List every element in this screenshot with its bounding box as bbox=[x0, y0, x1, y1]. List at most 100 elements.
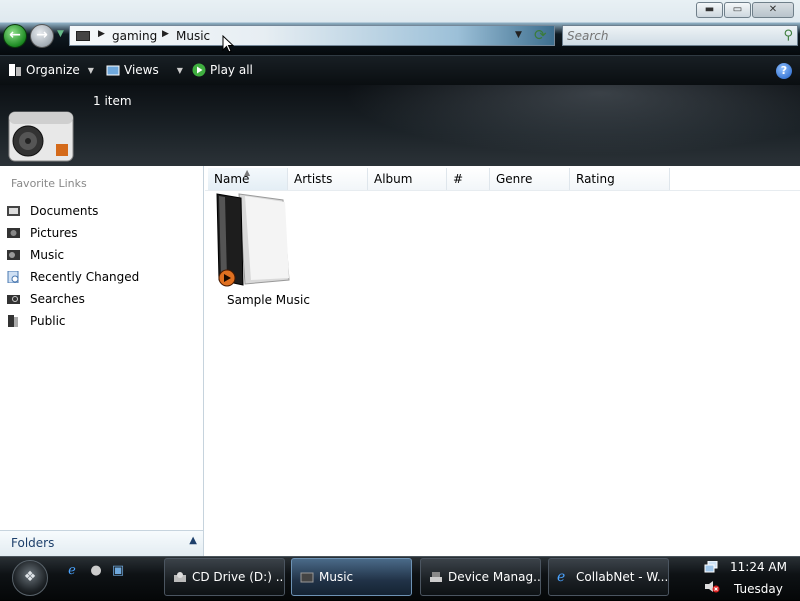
task-label: Music bbox=[319, 570, 354, 584]
back-button[interactable]: ← bbox=[3, 24, 27, 48]
show-desktop-icon[interactable]: ▣ bbox=[110, 563, 126, 579]
organize-label: Organize bbox=[26, 63, 80, 77]
chevron-up-icon: ▲ bbox=[189, 535, 197, 546]
column-headers: ▲ Name Artists Album # Genre Rating bbox=[208, 168, 670, 190]
column-label: Artists bbox=[294, 172, 333, 186]
chevron-down-icon: ▼ bbox=[87, 65, 94, 75]
task-label: Device Manag... bbox=[448, 570, 541, 584]
title-bar: ▬ ▭ ✕ ← → ▼ ▶ gaming ▶ Music ▼ ⟳ ⚲ bbox=[0, 0, 800, 55]
start-button[interactable]: ❖ bbox=[12, 560, 48, 596]
minimize-icon: ▬ bbox=[704, 4, 715, 15]
column-header-genre[interactable]: Genre bbox=[490, 168, 570, 190]
favorite-links-title: Favorite Links bbox=[11, 177, 87, 190]
maximize-button[interactable]: ▭ bbox=[724, 2, 751, 18]
volume-muted-icon[interactable] bbox=[704, 580, 720, 594]
search-input[interactable] bbox=[567, 28, 767, 43]
views-icon bbox=[106, 65, 120, 76]
taskbar-button-cd-drive[interactable]: CD Drive (D:) ... bbox=[164, 558, 285, 596]
refresh-icon[interactable]: ⟳ bbox=[534, 26, 547, 44]
nav-link-documents[interactable]: Documents bbox=[6, 200, 139, 222]
documents-icon bbox=[7, 206, 20, 216]
breadcrumb-gaming[interactable]: gaming bbox=[112, 29, 157, 43]
column-header-rating[interactable]: Rating bbox=[570, 168, 670, 190]
nav-link-label: Searches bbox=[30, 292, 85, 306]
nav-link-label: Music bbox=[30, 248, 65, 262]
address-dropdown-icon[interactable]: ▼ bbox=[515, 30, 522, 40]
back-arrow-icon: ← bbox=[9, 27, 21, 43]
pictures-icon bbox=[7, 228, 20, 238]
nav-link-music[interactable]: Music bbox=[6, 244, 139, 266]
views-button[interactable]: Views ▼ bbox=[106, 63, 183, 77]
close-icon: ✕ bbox=[768, 4, 778, 15]
breadcrumb-separator-icon[interactable]: ▶ bbox=[162, 29, 169, 39]
music-folder-large-icon bbox=[8, 111, 74, 162]
chevron-down-icon: ▼ bbox=[176, 65, 183, 75]
taskbar-button-music[interactable]: Music bbox=[291, 558, 412, 596]
taskbar: ❖ ℯ ● ▣ CD Drive (D:) ... Music Device M… bbox=[0, 556, 800, 600]
nav-link-label: Recently Changed bbox=[30, 270, 140, 284]
folders-toggle[interactable]: Folders ▲ bbox=[0, 530, 203, 556]
explorer-window: ▬ ▭ ✕ ← → ▼ ▶ gaming ▶ Music ▼ ⟳ ⚲ bbox=[0, 0, 800, 556]
column-label: Rating bbox=[576, 172, 615, 186]
address-bar[interactable]: ▶ gaming ▶ Music ▼ ⟳ bbox=[69, 25, 555, 46]
search-icon[interactable]: ⚲ bbox=[783, 28, 793, 43]
network-icon[interactable] bbox=[704, 561, 718, 573]
help-icon[interactable]: ? bbox=[776, 63, 792, 79]
nav-link-label: Documents bbox=[30, 204, 99, 218]
nav-link-label: Public bbox=[30, 314, 66, 328]
navigation-pane: Favorite Links Documents Pictures Music … bbox=[0, 166, 204, 556]
play-all-button[interactable]: Play all bbox=[192, 63, 253, 77]
cd-drive-icon bbox=[174, 572, 186, 582]
column-header-name[interactable]: ▲ Name bbox=[208, 168, 288, 190]
column-header-track-number[interactable]: # bbox=[447, 168, 490, 190]
favorite-links-list: Documents Pictures Music Recently Change… bbox=[6, 200, 139, 332]
folder-icon bbox=[300, 572, 314, 583]
searches-icon bbox=[7, 295, 20, 304]
breadcrumb-separator-icon[interactable]: ▶ bbox=[98, 29, 105, 39]
column-header-album[interactable]: Album bbox=[368, 168, 447, 190]
task-label: CollabNet - W... bbox=[576, 570, 669, 584]
file-list: ▲ Name Artists Album # Genre Rating Samp… bbox=[205, 166, 800, 556]
close-button[interactable]: ✕ bbox=[752, 2, 794, 18]
switch-windows-icon[interactable]: ● bbox=[88, 563, 104, 579]
organize-button[interactable]: Organize ▼ bbox=[8, 63, 94, 77]
breadcrumb-music[interactable]: Music bbox=[176, 29, 210, 43]
column-label: # bbox=[453, 172, 464, 186]
file-item-sample-music[interactable]: Sample Music bbox=[215, 192, 315, 307]
internet-explorer-icon: ℯ bbox=[557, 569, 566, 585]
mouse-pointer-icon bbox=[222, 35, 234, 53]
taskbar-button-collabnet[interactable]: ℯ CollabNet - W... bbox=[548, 558, 669, 596]
public-icon bbox=[8, 315, 18, 327]
taskbar-button-device-manager[interactable]: Device Manag... bbox=[420, 558, 541, 596]
nav-link-recently-changed[interactable]: Recently Changed bbox=[6, 266, 139, 288]
file-name: Sample Music bbox=[227, 293, 310, 307]
views-label: Views bbox=[124, 63, 159, 77]
recently-changed-icon bbox=[7, 271, 19, 283]
maximize-icon: ▭ bbox=[732, 4, 743, 15]
folders-label: Folders bbox=[11, 536, 55, 550]
column-label: Album bbox=[374, 172, 413, 186]
column-label: Genre bbox=[496, 172, 533, 186]
recent-pages-dropdown[interactable]: ▼ bbox=[57, 29, 64, 39]
play-icon bbox=[192, 63, 206, 77]
column-header-artists[interactable]: Artists bbox=[288, 168, 368, 190]
nav-link-searches[interactable]: Searches bbox=[6, 288, 139, 310]
details-header: 1 item bbox=[0, 85, 800, 166]
clock-time[interactable]: 11:24 AM bbox=[730, 560, 787, 574]
forward-arrow-icon: → bbox=[36, 27, 48, 43]
forward-button[interactable]: → bbox=[30, 24, 54, 48]
item-count: 1 item bbox=[93, 94, 132, 108]
organize-icon bbox=[9, 64, 21, 76]
minimize-button[interactable]: ▬ bbox=[696, 2, 723, 18]
search-box[interactable]: ⚲ bbox=[562, 25, 798, 46]
clock-day[interactable]: Tuesday bbox=[734, 582, 783, 596]
notification-area: 11:24 AM Tuesday bbox=[694, 557, 800, 601]
computer-icon bbox=[76, 31, 90, 41]
nav-link-public[interactable]: Public bbox=[6, 310, 139, 332]
sort-ascending-icon: ▲ bbox=[244, 168, 251, 177]
play-all-label: Play all bbox=[210, 63, 253, 77]
nav-link-pictures[interactable]: Pictures bbox=[6, 222, 139, 244]
internet-explorer-quicklaunch-icon[interactable]: ℯ bbox=[64, 563, 80, 579]
command-bar: Organize ▼ Views ▼ Play all ? bbox=[0, 55, 800, 85]
music-icon bbox=[7, 250, 20, 260]
